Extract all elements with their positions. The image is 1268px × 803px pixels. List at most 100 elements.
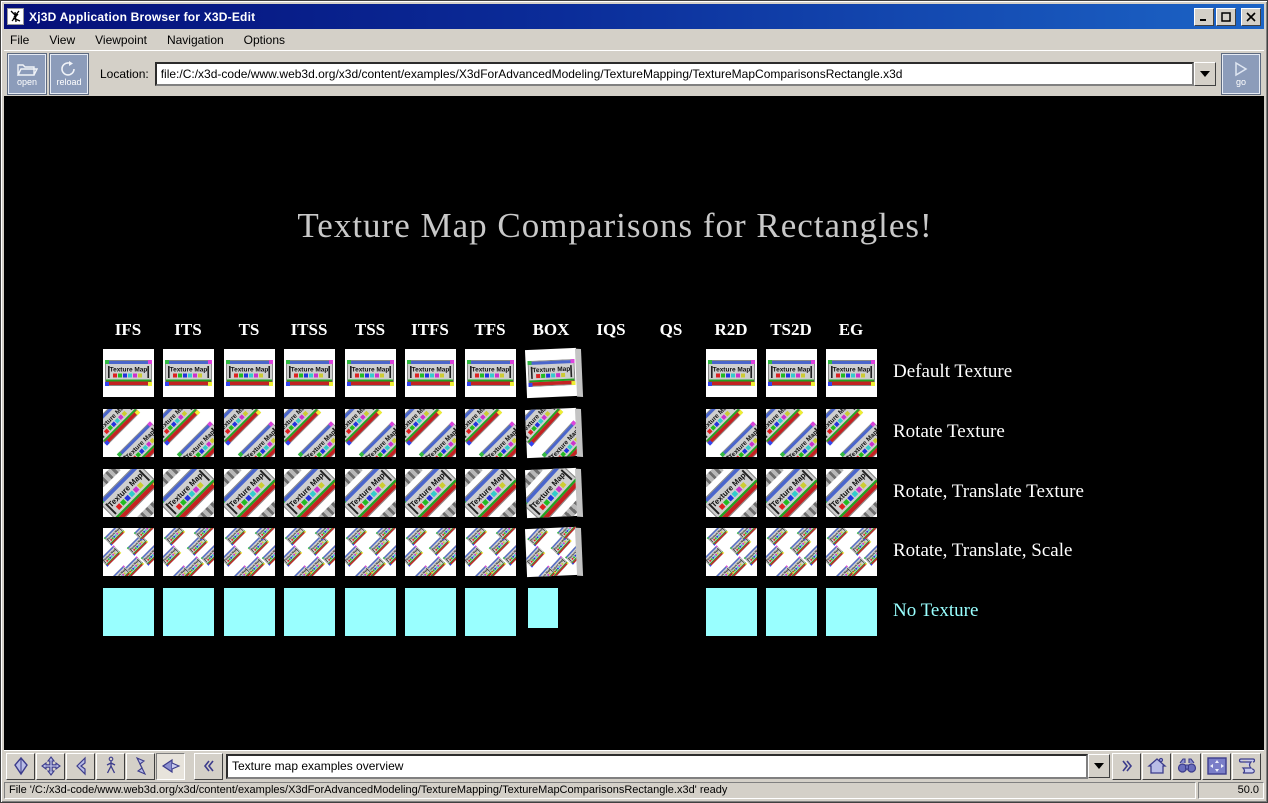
svg-text:Texture Map: Texture Map <box>351 367 389 374</box>
svg-text:Texture Map: Texture Map <box>471 367 509 374</box>
texture-band: Texture Map <box>524 546 544 568</box>
column-header-TS: TS <box>217 320 281 340</box>
texture-map-image: Texture Map <box>767 528 789 546</box>
texture-band: Texture Map <box>345 545 364 567</box>
fit-world-button[interactable] <box>1202 753 1231 780</box>
tile-IFS-rotate: Texture Map Texture Map <box>103 409 154 457</box>
status-message: File '/C:/x3d-code/www.web3d.org/x3d/con… <box>4 782 1196 799</box>
tile-BOX-rotate_translate_scale: Texture Map Texture Map Texture Map Text… <box>524 527 577 577</box>
texture-band: Texture Map <box>826 545 845 567</box>
texture-map-image: Texture Map <box>405 545 424 567</box>
menu-item-viewpoint[interactable]: Viewpoint <box>95 31 155 49</box>
texture-map-image: Texture Map <box>105 360 152 386</box>
close-button[interactable] <box>1241 8 1261 26</box>
texture-map-image: Texture Map <box>104 528 126 546</box>
tile-TFS-rotate_translate_scale: Texture Map Texture Map Texture Map Text… <box>465 528 516 576</box>
maximize-button[interactable] <box>1216 8 1236 26</box>
next-viewpoint-button[interactable] <box>1112 753 1141 780</box>
tile-surface: Texture Map <box>284 469 335 517</box>
tile-surface: Texture Map <box>103 349 154 397</box>
texture-map-image: Texture Map <box>163 545 182 567</box>
tilt-mode-button[interactable] <box>66 753 95 780</box>
home-viewpoint-button[interactable] <box>1142 753 1171 780</box>
dropdown-arrow-icon <box>1200 71 1210 77</box>
texture-map-image: Texture Map <box>768 360 815 386</box>
tile-ITSS-rotate_translate_scale: Texture Map Texture Map Texture Map Text… <box>284 528 335 576</box>
texture-band: Texture Map <box>285 528 307 546</box>
double-chevron-left-icon <box>200 757 218 775</box>
texture-map-image: Texture Map <box>526 527 547 547</box>
texture-map-image: Texture Map <box>707 528 729 546</box>
tile-ITS-rotate_translate: Texture Map <box>163 469 214 517</box>
tile-TSS-no_texture <box>345 588 396 636</box>
column-header-TSS: TSS <box>338 320 402 340</box>
tile-TS-no_texture <box>224 588 275 636</box>
main-toolbar: open reload Location: go <box>4 50 1264 96</box>
fly-mode-button[interactable] <box>6 753 35 780</box>
open-button[interactable]: open <box>8 54 46 94</box>
menu-item-navigation[interactable]: Navigation <box>167 31 232 49</box>
tile-ITSS-default: Texture Map <box>284 349 335 397</box>
svg-text:Texture Map: Texture Map <box>772 367 810 374</box>
viewpoint-dropdown-button[interactable] <box>1088 754 1110 778</box>
go-button[interactable]: go <box>1222 54 1260 94</box>
menu-bar: File View Viewpoint Navigation Options <box>4 29 1264 50</box>
tile-surface: Texture Map <box>103 469 154 517</box>
pan-mode-button[interactable] <box>36 753 65 780</box>
tile-TFS-no_texture <box>465 588 516 636</box>
find-button[interactable] <box>1172 753 1201 780</box>
tile-TSS-rotate_translate_scale: Texture Map Texture Map Texture Map Text… <box>345 528 396 576</box>
xj3d-logo-icon <box>9 10 22 23</box>
walk-person-icon <box>101 756 121 776</box>
texture-map-image: Texture Map <box>164 528 186 546</box>
x3d-canvas[interactable]: Texture Map Comparisons for Rectangles! … <box>4 96 1264 750</box>
svg-text:Texture Map: Texture Map <box>290 367 328 374</box>
tile-TSS-rotate_translate: Texture Map <box>345 469 396 517</box>
tile-surface: Texture Map Texture Map <box>706 409 757 457</box>
tile-surface: Texture Map <box>465 469 516 517</box>
window-title: Xj3D Application Browser for X3D-Edit <box>29 10 1194 24</box>
tile-TFS-rotate_translate: Texture Map <box>465 469 516 517</box>
texture-map-image: Texture Map <box>524 546 544 568</box>
column-header-IFS: IFS <box>96 320 160 340</box>
texture-map-image: Texture Map <box>284 545 303 567</box>
tile-surface: Texture Map <box>163 469 214 517</box>
tile-surface: Texture Map <box>405 469 456 517</box>
binoculars-icon <box>1176 756 1198 776</box>
tile-ITS-rotate: Texture Map Texture Map <box>163 409 214 457</box>
reload-button[interactable]: reload <box>50 54 88 94</box>
texture-band: Texture Map <box>105 360 152 386</box>
console-button[interactable] <box>1232 753 1261 780</box>
tile-TFS-rotate: Texture Map Texture Map <box>465 409 516 457</box>
tile-ITFS-rotate_translate: Texture Map <box>405 469 456 517</box>
menu-item-options[interactable]: Options <box>244 31 293 49</box>
tile-IFS-no_texture <box>103 588 154 636</box>
lookat-cone-icon <box>160 756 182 776</box>
tile-surface: Texture Map <box>706 349 757 397</box>
tile-ITS-no_texture <box>163 588 214 636</box>
examine-mode-button[interactable] <box>126 753 155 780</box>
lookat-mode-button[interactable] <box>156 753 185 780</box>
tile-ITSS-no_texture <box>284 588 335 636</box>
viewpoint-description-input[interactable] <box>226 754 1088 779</box>
tile-surface: Texture Map <box>826 469 877 517</box>
title-bar[interactable]: Xj3D Application Browser for X3D-Edit <box>4 4 1264 29</box>
texture-map-image: Texture Map <box>465 545 484 567</box>
texture-map-image: Texture Map <box>285 528 307 546</box>
tile-surface: Texture Map Texture Map <box>345 409 396 457</box>
texture-band: Texture Map <box>103 545 122 567</box>
previous-viewpoint-button[interactable] <box>194 753 223 780</box>
texture-band: Texture Map <box>165 360 212 386</box>
texture-band: Texture Map <box>224 545 243 567</box>
location-dropdown-button[interactable] <box>1194 62 1216 86</box>
tile-BOX-no_texture <box>528 588 558 628</box>
minimize-button[interactable] <box>1194 8 1214 26</box>
texture-map-image: Texture Map <box>224 545 243 567</box>
tile-surface: Texture Map Texture Map Texture Map Text… <box>465 528 516 576</box>
menu-item-file[interactable]: File <box>10 31 37 49</box>
walk-mode-button[interactable] <box>96 753 125 780</box>
location-input[interactable] <box>155 62 1194 86</box>
menu-item-view[interactable]: View <box>49 31 83 49</box>
svg-text:Texture Map: Texture Map <box>169 367 207 374</box>
tile-surface: Texture Map <box>345 469 396 517</box>
